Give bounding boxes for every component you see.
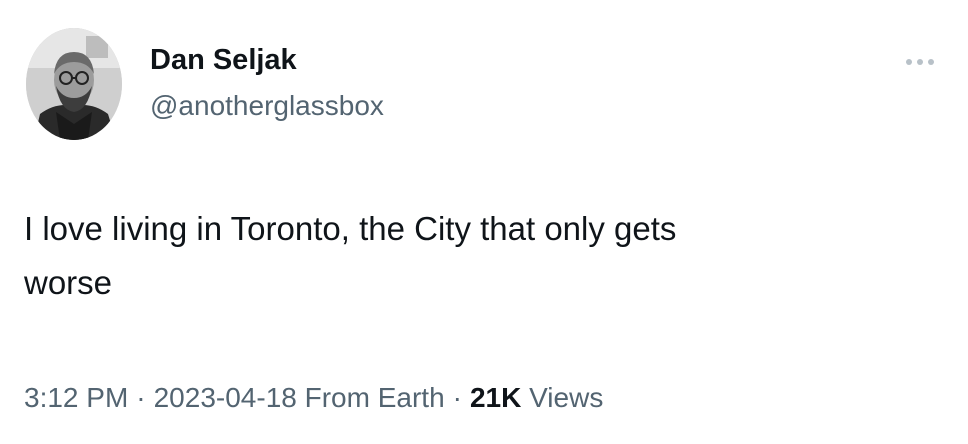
avatar-photo: [26, 28, 122, 140]
tweet-text: I love living in Toronto, the City that …: [24, 210, 677, 301]
author-avatar[interactable]: [26, 28, 122, 140]
tweet-metadata: 3:12 PM · 2023-04-18 From Earth · 21K Views: [24, 382, 603, 414]
tweet-source: From Earth: [304, 382, 445, 413]
views-label: Views: [529, 382, 604, 413]
author-display-name[interactable]: Dan Seljak: [150, 44, 297, 77]
tweet-time[interactable]: 3:12 PM: [24, 382, 128, 413]
meta-separator: ·: [136, 382, 146, 413]
more-horizontal-icon[interactable]: [902, 50, 938, 74]
tweet-date[interactable]: 2023-04-18: [154, 382, 297, 413]
meta-separator: ·: [452, 382, 462, 413]
author-handle[interactable]: @anotherglassbox: [150, 90, 384, 122]
views-count[interactable]: 21K: [470, 382, 521, 413]
tweet-card: Dan Seljak @anotherglassbox I love livin…: [0, 0, 968, 444]
